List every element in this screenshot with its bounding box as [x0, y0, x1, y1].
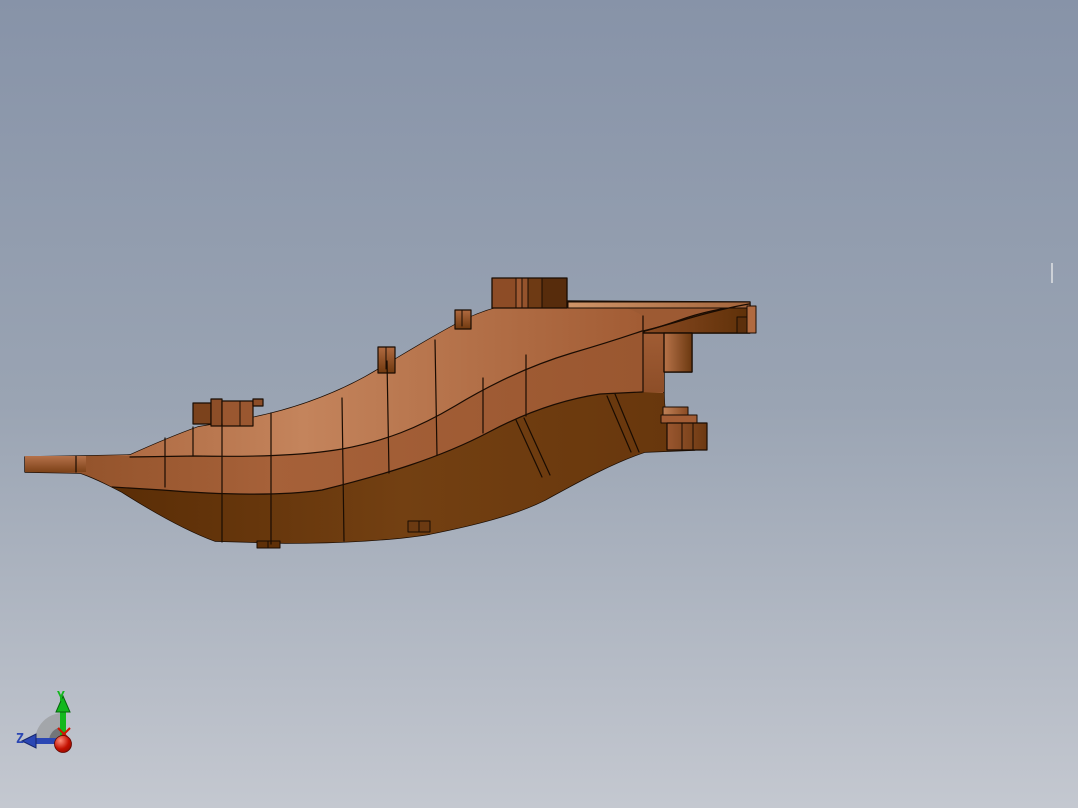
model-lower-ledge-top[interactable]: [662, 406, 689, 416]
model-flange-lip[interactable]: [746, 305, 757, 334]
viewport-canvas[interactable]: Y Z: [0, 0, 1078, 808]
cad-viewport[interactable]: Y Z: [0, 0, 1078, 808]
model-top-tab-right[interactable]: [454, 309, 472, 330]
model-lower-ledge[interactable]: [660, 414, 698, 424]
origin-sphere: [54, 735, 72, 753]
model-flange-notch[interactable]: [736, 316, 748, 334]
model-bottom-tab-left[interactable]: [256, 540, 281, 549]
model-lower-blocks[interactable]: [666, 422, 708, 451]
model-top-tab-left[interactable]: [377, 346, 396, 374]
model-right-face-strip[interactable]: [643, 333, 664, 392]
model-top-block[interactable]: [491, 277, 568, 309]
y-axis-label: Y: [57, 690, 65, 705]
scrollbar-artifact: [1051, 263, 1053, 283]
model-bottom-tab-right[interactable]: [407, 520, 431, 533]
model-hanging-boss[interactable]: [663, 332, 693, 373]
model-left-boss-cluster[interactable]: [192, 398, 264, 427]
model-top-flange[interactable]: [567, 301, 751, 309]
z-axis-label: Z: [16, 732, 24, 747]
model-tail-bar[interactable]: [25, 456, 86, 472]
